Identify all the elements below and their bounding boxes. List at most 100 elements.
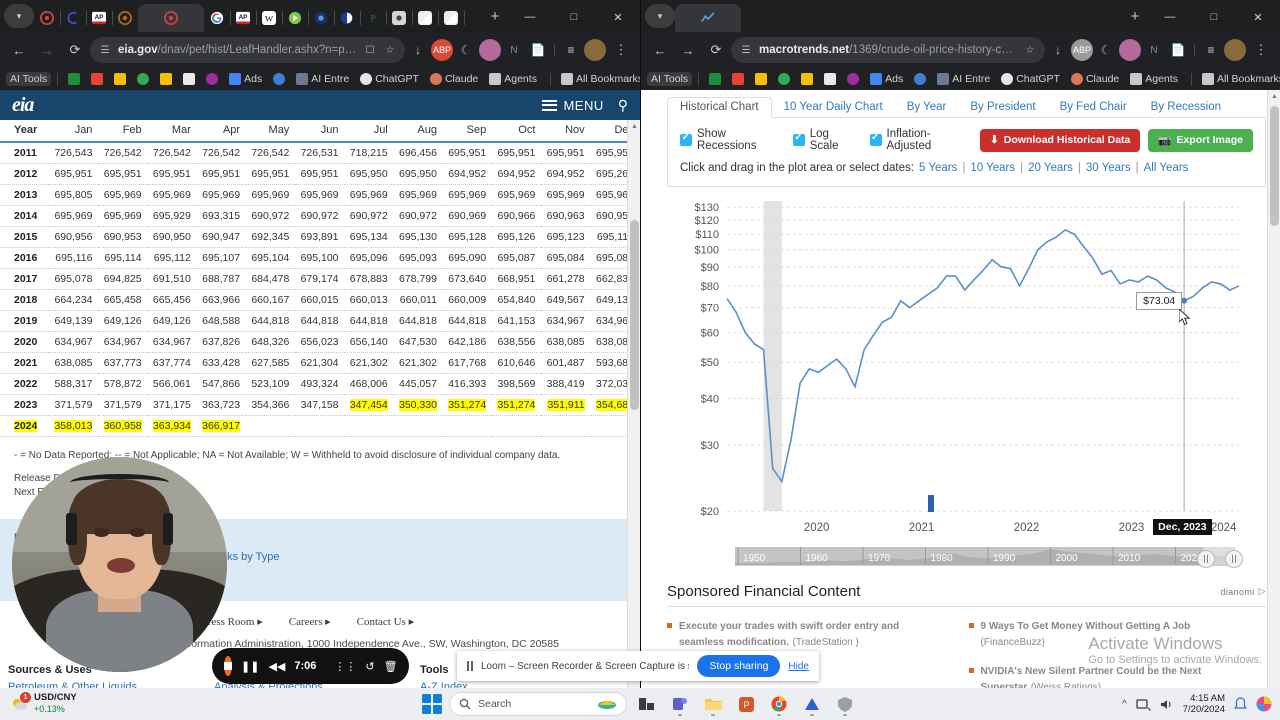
minimize-button-left[interactable]: — xyxy=(508,2,552,32)
bookmark-keep-right[interactable] xyxy=(797,72,817,86)
download-icon-left[interactable]: ↓ xyxy=(407,39,429,61)
profile-avatar-right[interactable] xyxy=(1224,39,1246,61)
back-button-left[interactable]: ← xyxy=(6,37,32,63)
site-settings-icon-left[interactable]: ☰ xyxy=(98,43,112,57)
star-icon-left[interactable]: ☆ xyxy=(383,43,397,57)
new-tab-button-left[interactable]: + xyxy=(482,3,508,29)
bookmark-gmail-left[interactable] xyxy=(87,72,107,86)
loom-pause-button[interactable]: ❚❚ xyxy=(241,660,259,673)
eia-vertical-scrollbar[interactable]: ▲ ▼ xyxy=(627,120,640,688)
footer-link-contact-us[interactable]: Contact Us ▸ xyxy=(357,615,414,628)
adblock-icon-right[interactable]: ABP xyxy=(1071,39,1093,61)
webcam-bubble[interactable] xyxy=(12,457,227,672)
range-5-years[interactable]: 5 Years xyxy=(919,162,957,174)
taskbar-app-arc[interactable] xyxy=(799,692,825,716)
bookmark-folder-ai-tools-left[interactable]: AI Tools xyxy=(6,72,52,86)
split-screen-icon-left[interactable]: ☐ xyxy=(363,43,377,57)
bookmark-maps-left[interactable] xyxy=(133,72,153,86)
range-all-years[interactable]: All Years xyxy=(1144,162,1189,174)
navigator-handle-right[interactable] xyxy=(1225,550,1243,568)
bookmark-drive-right[interactable] xyxy=(751,72,771,86)
reload-button-right[interactable]: ⟳ xyxy=(703,37,729,63)
chart-tab-10-year-daily-chart[interactable]: 10 Year Daily Chart xyxy=(772,98,895,117)
tab-blue1[interactable] xyxy=(308,4,335,32)
forward-button-right[interactable]: → xyxy=(675,37,701,63)
macrotrends-vertical-scrollbar[interactable]: ▲ ▼ xyxy=(1267,90,1280,688)
maximize-button-right[interactable]: □ xyxy=(1192,2,1236,32)
scroll-thumb-right[interactable] xyxy=(1270,106,1279,226)
reading-list-icon-right[interactable]: ≡ xyxy=(1200,39,1222,61)
hide-share-notice-link[interactable]: Hide xyxy=(788,661,809,672)
extension-icon-left[interactable] xyxy=(479,39,501,61)
extensions-puzzle-icon-left[interactable]: 📄 xyxy=(527,39,549,61)
chrome-menu-button-right[interactable]: ⋮ xyxy=(1248,37,1274,63)
footer-col0-link0[interactable]: Petroleum & Other Liquids xyxy=(8,681,214,689)
range-10-years[interactable]: 10 Years xyxy=(970,162,1015,174)
bookmark-ads-right[interactable]: Ads xyxy=(866,72,907,86)
eia-logo[interactable]: eia xyxy=(12,94,34,117)
all-bookmarks-left[interactable]: All Bookmarks xyxy=(557,72,640,86)
download-historical-data-button[interactable]: ⬇ Download Historical Data xyxy=(979,128,1141,152)
tab-ap2[interactable]: AP xyxy=(230,4,257,32)
taskbar-app-explorer[interactable] xyxy=(700,692,726,716)
bookmark-ads-left[interactable]: Ads xyxy=(225,72,266,86)
download-icon-right[interactable]: ↓ xyxy=(1047,39,1069,61)
dark-mode-icon-left[interactable]: ☾ xyxy=(455,39,477,61)
extension-icon-right[interactable] xyxy=(1119,39,1141,61)
tab-grey[interactable] xyxy=(386,4,413,32)
bookmark-claude-right[interactable]: Claude xyxy=(1067,72,1123,86)
bookmark-purple-left[interactable] xyxy=(202,72,222,86)
bookmark-drive-left[interactable] xyxy=(110,72,130,86)
star-icon-right[interactable]: ☆ xyxy=(1023,43,1037,57)
tab-white1[interactable] xyxy=(412,4,439,32)
bookmark-sheets-right[interactable] xyxy=(705,72,725,86)
checkbox-show-recessions[interactable]: Show Recessions xyxy=(680,128,777,152)
range-30-years[interactable]: 30 Years xyxy=(1086,162,1131,174)
loom-restart-button[interactable]: ↺ xyxy=(365,660,374,673)
range-20-years[interactable]: 20 Years xyxy=(1028,162,1073,174)
bookmark-agents-right[interactable]: Agents xyxy=(1126,72,1182,86)
tab-search-icon[interactable]: ▾ xyxy=(4,4,34,28)
reading-list-icon-left[interactable]: ≡ xyxy=(560,39,582,61)
sponsored-item-3[interactable]: NVIDIA's New Silent Partner Could be the… xyxy=(968,662,1245,688)
taskbar-app-chrome[interactable] xyxy=(766,692,792,716)
chart-navigator[interactable]: 1950 1960 1970 1980 1990 2000 2010 2020 xyxy=(735,547,1266,577)
notion-icon-right[interactable]: N xyxy=(1143,39,1165,61)
loom-stop-button[interactable] xyxy=(224,656,232,676)
bookmark-sheets-left[interactable] xyxy=(64,72,84,86)
tab-active-eia[interactable] xyxy=(138,4,204,32)
start-button[interactable] xyxy=(422,694,442,714)
bookmark-chatgpt-right[interactable]: ChatGPT xyxy=(997,72,1064,86)
chrome-menu-button-left[interactable]: ⋮ xyxy=(608,37,634,63)
bookmark-gmail-right[interactable] xyxy=(728,72,748,86)
maximize-button-left[interactable]: □ xyxy=(552,2,596,32)
footer-link-careers[interactable]: Careers ▸ xyxy=(289,615,331,628)
chart-tab-by-recession[interactable]: By Recession xyxy=(1139,98,1233,117)
crude-oil-price-chart[interactable]: $130 $120 $110 $100 $90 $80 $70 $60 $50 $40 $30 $20… xyxy=(667,193,1266,545)
scroll-thumb-left[interactable] xyxy=(630,220,639,410)
tab-ms2[interactable] xyxy=(112,4,139,32)
taskbar-search-box[interactable]: Search xyxy=(449,692,627,716)
chart-tab-by-president[interactable]: By President xyxy=(958,98,1047,117)
bookmark-chatgpt-left[interactable]: ChatGPT xyxy=(356,72,423,86)
tab-macrotrends[interactable] xyxy=(675,4,741,32)
bookmark-circle-left[interactable] xyxy=(269,72,289,86)
taskbar-clock[interactable]: 4:15 AM 7/20/2024 xyxy=(1183,693,1225,716)
eia-search-icon[interactable]: ⚲ xyxy=(618,97,628,114)
chart-tab-by-year[interactable]: By Year xyxy=(895,98,959,117)
tab-play[interactable] xyxy=(282,4,309,32)
bookmark-ai-entre-right[interactable]: AI Entre xyxy=(933,72,994,86)
chart-tab-historical-chart[interactable]: Historical Chart xyxy=(667,97,772,118)
chart-tab-by-fed-chair[interactable]: By Fed Chair xyxy=(1048,98,1139,117)
eia-menu-button[interactable]: MENU xyxy=(542,97,603,113)
address-bar-right[interactable]: ☰ macrotrends.net/1369/crude-oil-price-h… xyxy=(731,37,1045,63)
scroll-up-arrow-right[interactable]: ▲ xyxy=(1268,90,1280,103)
bookmark-claude-left[interactable]: Claude xyxy=(426,72,482,86)
bookmark-keep-left[interactable] xyxy=(156,72,176,86)
export-image-button[interactable]: 📷 Export Image xyxy=(1148,128,1253,152)
tab-google[interactable] xyxy=(204,4,231,32)
taskbar-widgets[interactable]: 1 USD/CNY +0.13% xyxy=(0,691,300,714)
address-bar-left[interactable]: ☰ eia.gov/dnav/pet/hist/LeafHandler.ashx… xyxy=(90,37,405,63)
adblock-icon-left[interactable]: ABP xyxy=(431,39,453,61)
bookmark-amazon-left[interactable] xyxy=(179,72,199,86)
